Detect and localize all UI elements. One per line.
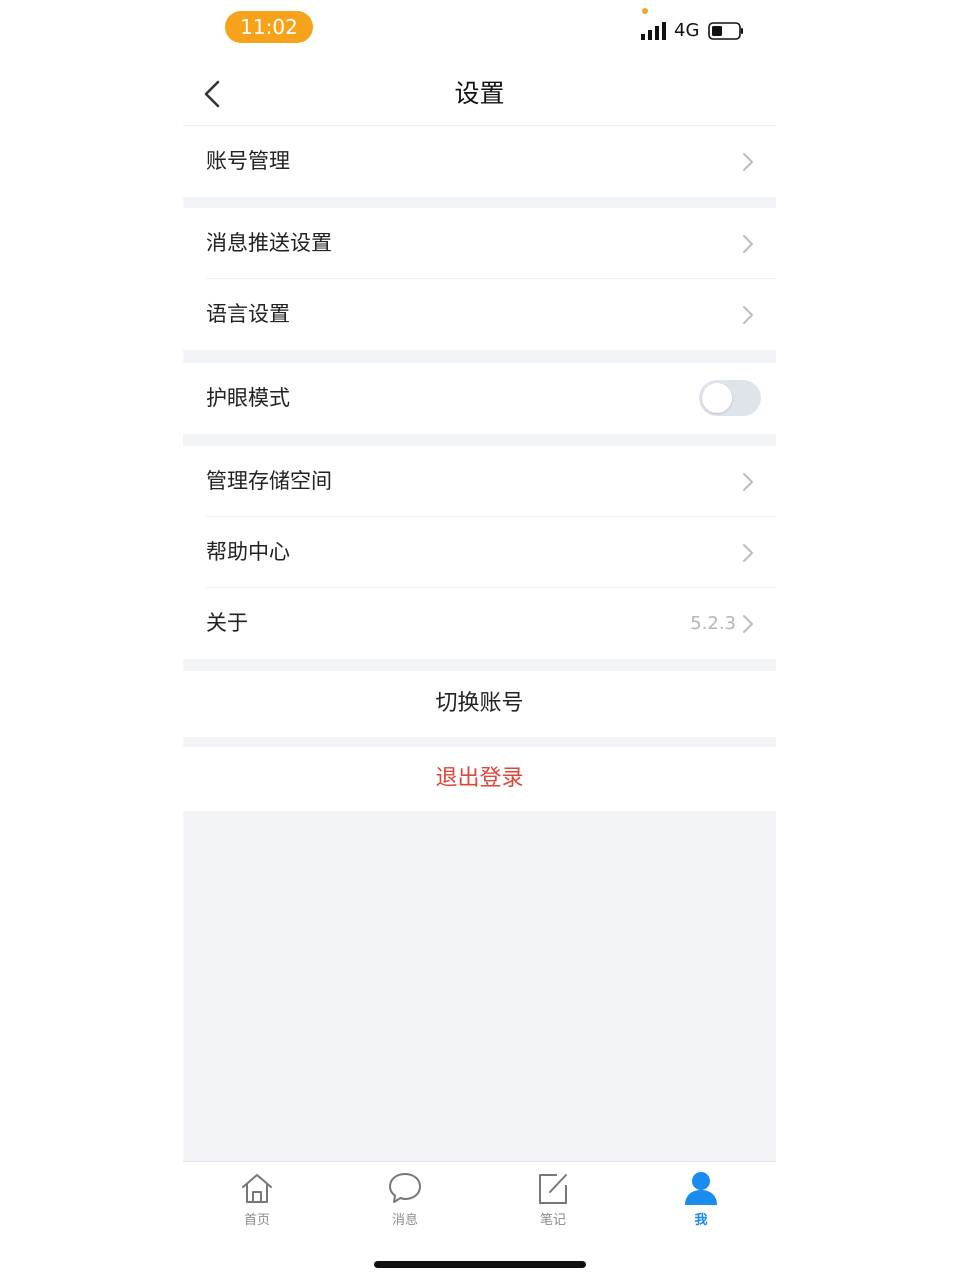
- page-title: 设置: [454, 79, 505, 108]
- chevron-right-icon: [743, 544, 753, 562]
- about-row[interactable]: 关于 5.2.3: [183, 588, 776, 659]
- eye-care-toggle[interactable]: [699, 380, 761, 416]
- empty-background: [183, 811, 776, 1161]
- tab-notes[interactable]: 笔记: [479, 1162, 627, 1242]
- storage-management-row[interactable]: 管理存储空间: [183, 446, 776, 517]
- tab-messages[interactable]: 消息: [331, 1162, 479, 1242]
- toggle-knob: [702, 383, 732, 413]
- bottom-tab-bar: 首页 消息 笔记 我: [183, 1161, 776, 1242]
- language-settings-row[interactable]: 语言设置: [183, 279, 776, 350]
- switch-account-button[interactable]: 切换账号: [183, 671, 776, 737]
- chat-bubble-icon: [389, 1173, 421, 1203]
- section-gap: [183, 350, 776, 363]
- user-icon: [685, 1172, 717, 1205]
- chevron-right-icon: [743, 235, 753, 253]
- signal-icon: [641, 22, 666, 40]
- logout-button[interactable]: 退出登录: [183, 747, 776, 811]
- row-label: 语言设置: [206, 302, 290, 326]
- section-gap: [183, 737, 776, 747]
- edit-note-icon: [539, 1174, 567, 1204]
- row-label: 帮助中心: [206, 540, 290, 564]
- row-label: 护眼模式: [206, 386, 290, 410]
- tab-me[interactable]: 我: [627, 1162, 775, 1242]
- tab-label: 笔记: [539, 1213, 566, 1228]
- privacy-indicator-dot: [642, 8, 648, 14]
- push-settings-row[interactable]: 消息推送设置: [183, 208, 776, 279]
- tab-label: 我: [694, 1213, 708, 1228]
- chevron-right-icon: [743, 306, 753, 324]
- section-gap: [183, 659, 776, 671]
- section-gap: [183, 434, 776, 446]
- eye-care-mode-row: 护眼模式: [183, 363, 776, 434]
- row-label: 消息推送设置: [206, 231, 332, 255]
- row-label: 账号管理: [206, 149, 290, 173]
- version-value: 5.2.3: [690, 613, 736, 634]
- home-indicator[interactable]: [374, 1261, 586, 1268]
- section-gap: [183, 197, 776, 208]
- chevron-right-icon: [743, 153, 753, 171]
- account-management-row[interactable]: 账号管理: [183, 126, 776, 197]
- settings-screen: 11:02 4G 设置 账号管理 消息推送设置 语言设置 护眼模式 管理存储空间…: [183, 0, 776, 1280]
- chevron-right-icon: [743, 615, 753, 633]
- status-time: 11:02: [225, 11, 313, 43]
- home-icon: [242, 1174, 272, 1203]
- row-label: 关于: [206, 611, 248, 635]
- tab-label: 首页: [243, 1213, 270, 1228]
- battery-icon: [708, 22, 743, 40]
- help-center-row[interactable]: 帮助中心: [183, 517, 776, 588]
- row-label: 管理存储空间: [206, 469, 332, 493]
- network-type: 4G: [674, 20, 700, 41]
- tab-home[interactable]: 首页: [183, 1162, 331, 1242]
- tab-label: 消息: [391, 1213, 418, 1228]
- chevron-right-icon: [743, 473, 753, 491]
